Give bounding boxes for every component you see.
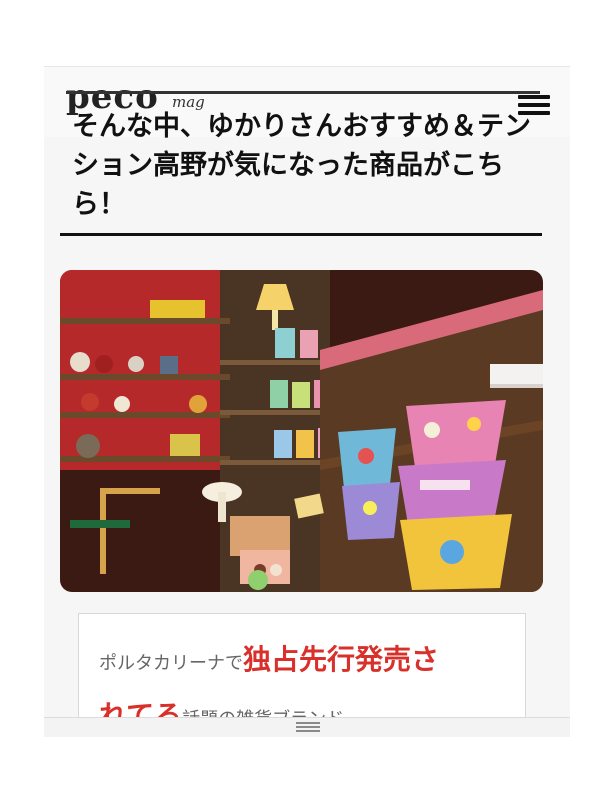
handle-line [296,730,320,732]
drag-handle-icon[interactable] [296,720,320,734]
handle-line [296,726,320,728]
photo-illustration [60,270,543,592]
heading-divider [60,233,542,236]
logo-underline [66,91,540,94]
promo-line-1: ポルタカリーナで独占先行発売さ [99,638,519,678]
promo-prefix: ポルタカリーナで [99,653,243,674]
promo-highlight-1: 独占先行発売さ [243,643,440,676]
shop-interior-photo [60,270,543,592]
menu-bar [518,95,550,99]
handle-line [296,722,320,724]
article-heading: そんな中、ゆかりさんおすすめ＆テンション高野が気になった商品がこちら！ [72,111,531,220]
phone-viewport: peco mag そんな中、ゆかりさんおすすめ＆テンション高野が気になった商品が… [44,66,570,737]
bottom-toolbar [44,717,570,737]
